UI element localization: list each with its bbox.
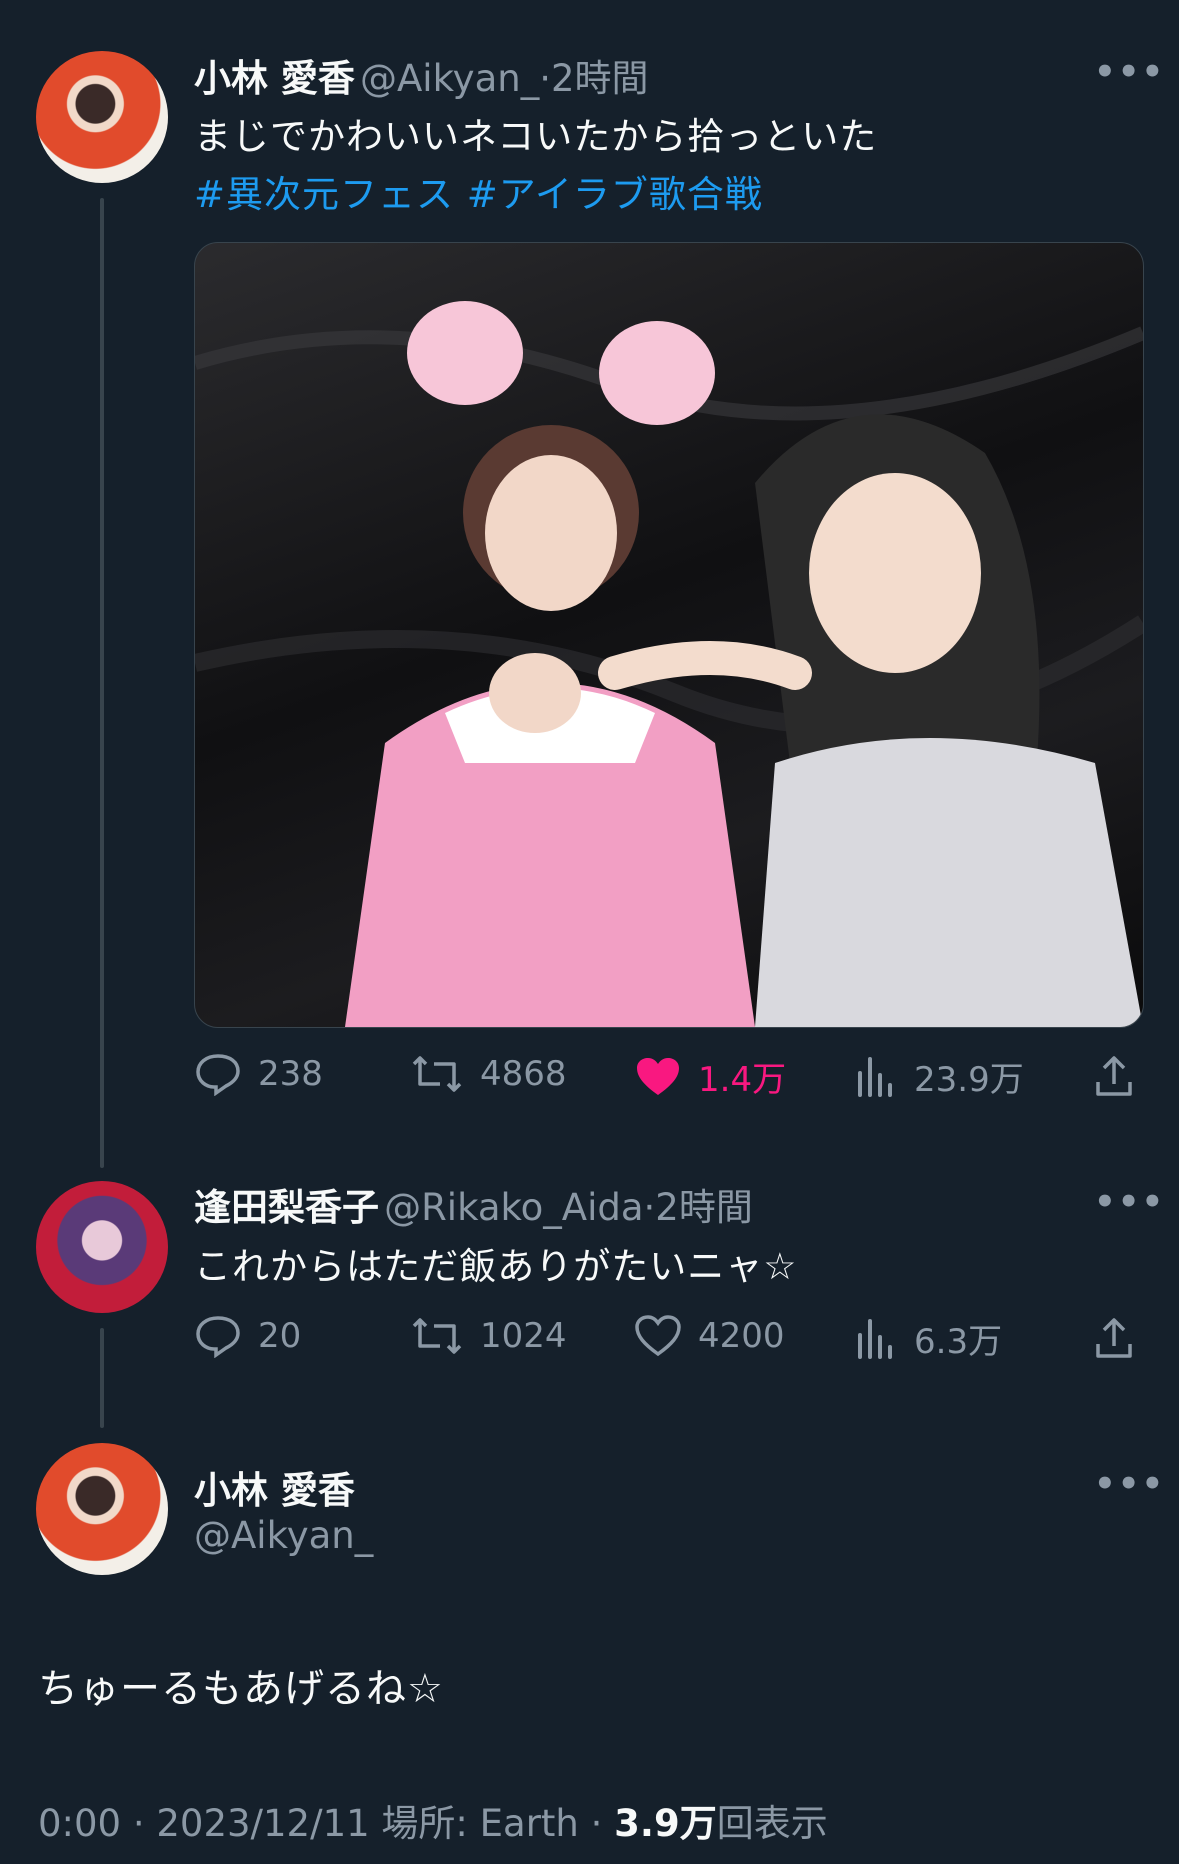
tweet2-header: 逢田梨香子 @Rikako_Aida·2時間 [194,1177,753,1231]
tweet2-retweet-button[interactable]: 1024 [410,1314,567,1358]
tweet1-name[interactable]: 小林 愛香 [194,57,355,100]
tweet2-time[interactable]: 2時間 [655,1186,753,1229]
tweet3-handle[interactable]: @Aikyan_ [194,1514,373,1557]
tweet2-more-icon[interactable]: ••• [1094,1182,1165,1222]
tweet3-text: ちゅーるもあげるね☆ [38,1666,444,1712]
heart-outline-icon [635,1315,681,1357]
tweet1-hashtags[interactable]: #異次元フェス #アイラブ歌合戦 [194,164,763,218]
thread-line-2 [100,1328,104,1428]
tweet3-meta: 0:00 · 2023/12/11 場所: Earth · 3.9万回表示 [38,1793,828,1847]
avatar-aika[interactable] [36,51,168,183]
tweet1-header: 小林 愛香 @Aikyan_·2時間 [194,48,649,102]
views-icon [858,1318,892,1359]
tweet2-views-count: 6.3万 [914,1322,1003,1362]
tweet2-like-count: 4200 [698,1316,785,1356]
tweet1-time[interactable]: 2時間 [551,57,649,100]
tweet1-share-button[interactable] [1092,1054,1152,1098]
tweet3-more-icon[interactable]: ••• [1094,1464,1165,1504]
views-icon [858,1056,892,1097]
tweet1-text: まじでかわいいネコいたから拾っといた [194,115,878,158]
tweet2-text: これからはただ飯ありがたいニャ☆ [194,1245,798,1288]
tweet1-views-count: 23.9万 [914,1060,1024,1100]
tweet2-views-button[interactable]: 6.3万 [854,1314,1002,1363]
share-icon [1096,1056,1132,1096]
tweet1-like-button[interactable]: 1.4万 [634,1052,786,1101]
tweet2-name[interactable]: 逢田梨香子 [194,1186,379,1229]
separator: · [590,1802,603,1845]
tweet2-share-button[interactable] [1092,1316,1152,1360]
avatar-aika-focused[interactable] [36,1443,168,1575]
photo-illustration [195,301,1143,1027]
tweet2-retweet-count: 1024 [480,1316,567,1356]
thread-line [100,198,104,1168]
tweet2-reply-button[interactable]: 20 [194,1314,301,1358]
tweet1-handle[interactable]: @Aikyan_ [360,57,539,100]
tweet3-date: 2023/12/11 [156,1802,370,1845]
separator: · [539,57,551,100]
separator: · [643,1186,656,1229]
retweet-icon [412,1056,462,1092]
tweet1-more-icon[interactable]: ••• [1094,52,1165,92]
separator: · [132,1802,145,1845]
tweet1-retweet-count: 4868 [480,1054,567,1094]
reply-icon [196,1316,240,1358]
avatar-rikako[interactable] [36,1181,168,1313]
tweet3-location: 場所: Earth [381,1802,579,1845]
tweet1-retweet-button[interactable]: 4868 [410,1052,567,1096]
tweet1-views-button[interactable]: 23.9万 [854,1052,1024,1101]
tweet2-reply-count: 20 [258,1316,302,1356]
tweet1-reply-count: 238 [258,1054,323,1094]
tweet2-handle[interactable]: @Rikako_Aida [384,1186,643,1229]
tweet3-views-count: 3.9万 [614,1802,717,1845]
reply-icon [196,1054,240,1096]
share-icon [1096,1318,1132,1358]
tweet1-photo[interactable] [194,242,1144,1028]
tweet1-reply-button[interactable]: 238 [194,1052,323,1096]
heart-filled-icon [637,1057,679,1095]
tweet1-like-count: 1.4万 [698,1060,787,1100]
retweet-icon [412,1318,462,1354]
tweet3-name[interactable]: 小林 愛香 [194,1460,355,1514]
tweet2-like-button[interactable]: 4200 [634,1314,785,1358]
tweet3-views-suffix: 回表示 [716,1802,828,1845]
tweet3-time: 0:00 [38,1802,122,1845]
